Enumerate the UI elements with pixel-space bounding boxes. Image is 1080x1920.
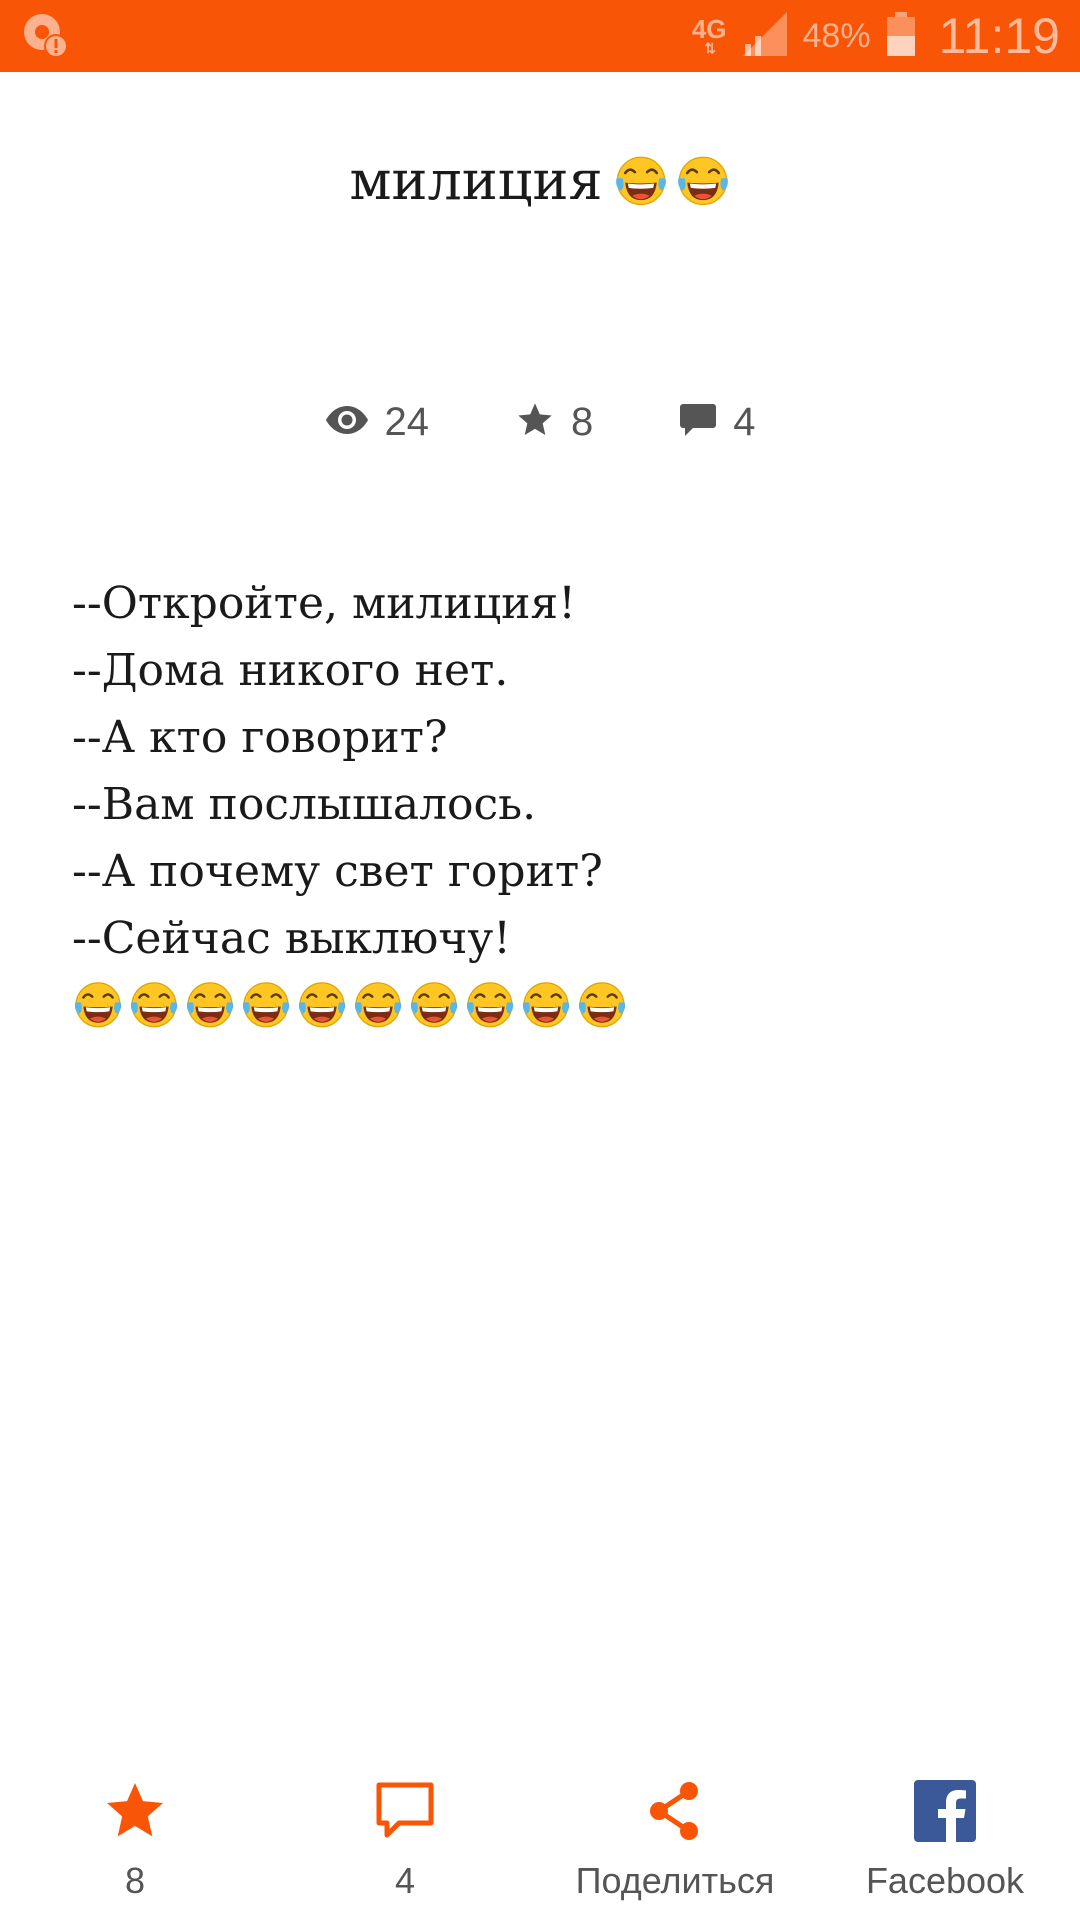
comment-icon bbox=[679, 402, 717, 443]
app-notification-icon bbox=[20, 10, 72, 62]
tears-of-joy-emoji-icon bbox=[677, 156, 728, 206]
comment-count: 4 bbox=[394, 1860, 416, 1901]
star-icon bbox=[515, 400, 555, 445]
share-button[interactable]: Поделиться bbox=[540, 1760, 810, 1920]
comments-count: 4 bbox=[733, 399, 756, 444]
network-type: 4G ⇅ bbox=[691, 14, 727, 56]
tears-of-joy-emoji-icon bbox=[522, 982, 570, 1028]
status-bar: 4G ⇅ 48% 11:19 bbox=[0, 0, 1080, 72]
views-stat: 24 bbox=[325, 399, 430, 445]
title-emojis bbox=[613, 152, 731, 208]
status-indicators: 4G ⇅ 48% 11:19 bbox=[692, 0, 1060, 72]
post-line-1: --Откройте, милиция! bbox=[72, 578, 576, 629]
views-count: 24 bbox=[384, 399, 430, 444]
tears-of-joy-emoji-icon bbox=[578, 982, 626, 1028]
tears-of-joy-emoji-icon bbox=[242, 982, 290, 1028]
post-line-2: --Дома никого нет. bbox=[72, 645, 509, 696]
tears-of-joy-emoji-icon bbox=[466, 982, 514, 1028]
battery-icon bbox=[885, 10, 917, 63]
post-line-4: --Вам послышалось. bbox=[72, 779, 537, 830]
comments-button[interactable]: 4 bbox=[270, 1760, 540, 1920]
facebook-button[interactable]: Facebook bbox=[810, 1760, 1080, 1920]
tears-of-joy-emoji-icon bbox=[615, 156, 666, 206]
post-line-3: --А кто говорит? bbox=[72, 712, 448, 763]
comments-stat: 4 bbox=[679, 399, 756, 445]
tears-of-joy-emoji-icon bbox=[130, 982, 178, 1028]
post-line-6: --Сейчас выключу! bbox=[72, 913, 511, 964]
eye-icon bbox=[325, 404, 369, 441]
post-title: милиция bbox=[349, 148, 603, 212]
star-icon bbox=[100, 1776, 170, 1846]
star-count: 8 bbox=[124, 1860, 146, 1901]
post-line-5: --А почему свет горит? bbox=[72, 846, 603, 897]
bottom-action-bar: 8 4 Поделиться Facebook bbox=[0, 1760, 1080, 1920]
share-label: Поделиться bbox=[575, 1860, 775, 1901]
star-button[interactable]: 8 bbox=[0, 1760, 270, 1920]
stars-stat: 8 bbox=[515, 400, 593, 445]
network-type-label: 4G bbox=[691, 14, 727, 44]
body-emoji-row bbox=[72, 978, 1012, 1030]
signal-icon bbox=[741, 10, 789, 63]
battery-percent: 48% bbox=[802, 16, 871, 55]
facebook-icon bbox=[910, 1776, 980, 1846]
comment-icon bbox=[370, 1776, 440, 1846]
tears-of-joy-emoji-icon bbox=[186, 982, 234, 1028]
facebook-label: Facebook bbox=[865, 1860, 1025, 1901]
post-stats: 24 8 4 bbox=[0, 392, 1080, 452]
screen: 4G ⇅ 48% 11:19 милиция 24 8 4 --Откройте… bbox=[0, 0, 1080, 1920]
tears-of-joy-emoji-icon bbox=[298, 982, 346, 1028]
post-title-row: милиция bbox=[0, 140, 1080, 220]
clock: 11:19 bbox=[938, 8, 1060, 64]
tears-of-joy-emoji-icon bbox=[74, 982, 122, 1028]
tears-of-joy-emoji-icon bbox=[410, 982, 458, 1028]
stars-count: 8 bbox=[571, 399, 594, 444]
tears-of-joy-emoji-icon bbox=[354, 982, 402, 1028]
data-arrows-icon: ⇅ bbox=[704, 40, 716, 56]
share-icon bbox=[640, 1776, 710, 1846]
post-body: --Откройте, милиция! --Дома никого нет. … bbox=[72, 570, 1012, 1030]
